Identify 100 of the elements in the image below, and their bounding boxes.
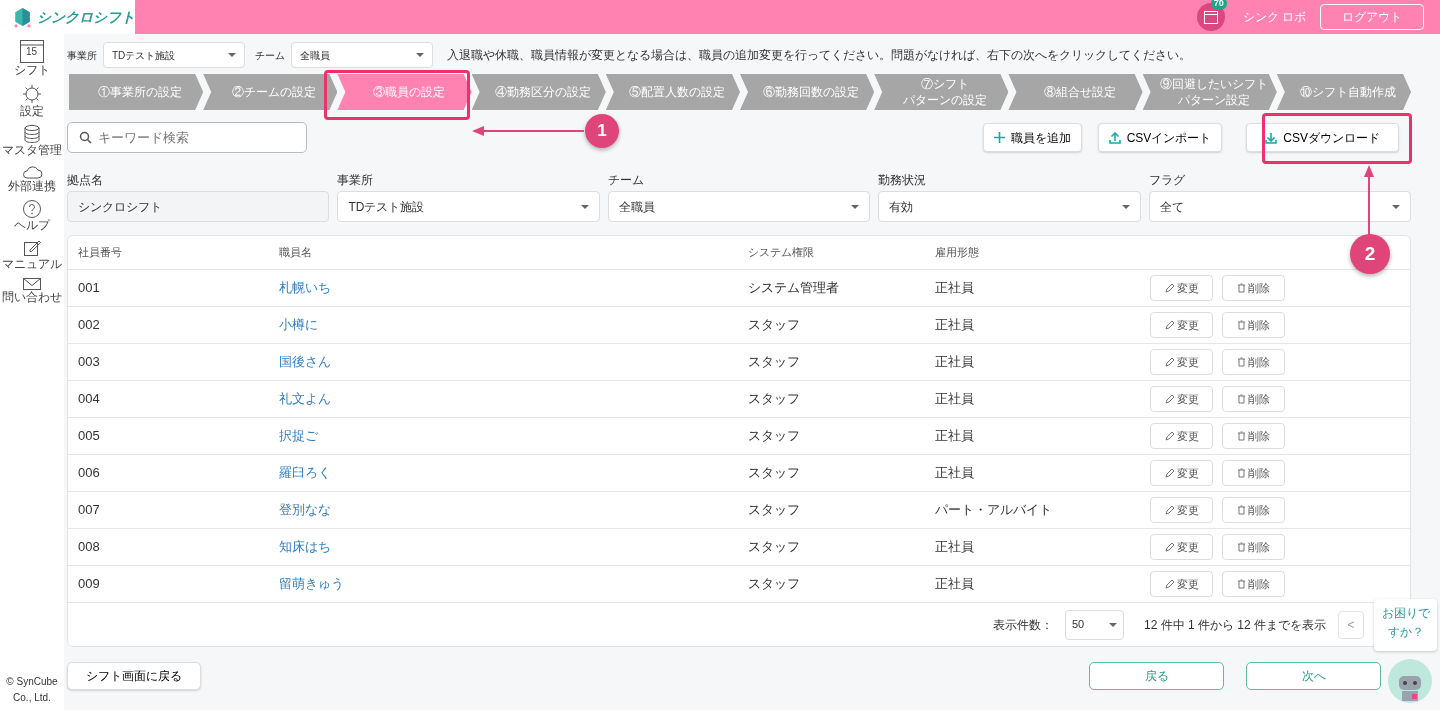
next-button[interactable]: 次へ [1246,662,1381,690]
filter-label: チーム [607,172,645,189]
table-cell-text: 002 [78,316,101,335]
robot-avatar-drawing[interactable] [1388,659,1432,703]
select-field[interactable]: 全職員 [607,191,871,222]
sidebar-item[interactable]: マスタ管理 [2,124,62,158]
database-icon [22,124,42,145]
action-button[interactable]: CSVインポート [1097,123,1223,152]
edit-button[interactable]: 変更 [1150,460,1213,486]
trash-icon [1237,357,1246,367]
per-page-label: 表示件数： [992,616,1053,634]
employee-name-link[interactable]: 羅臼ろく [279,463,748,483]
edit-button[interactable]: 変更 [1150,312,1213,338]
delete-button[interactable]: 削除 [1222,497,1285,523]
pencil-icon [1164,542,1175,552]
per-page-select[interactable]: 50 [1064,609,1124,640]
trash-icon [1237,320,1246,330]
delete-button[interactable]: 削除 [1222,275,1285,301]
delete-button[interactable]: 削除 [1222,534,1285,560]
upload-icon [1108,131,1121,144]
select-field[interactable]: TDテスト施設 [337,191,600,222]
table-cell-text: 003 [78,353,101,372]
delete-button[interactable]: 削除 [1222,460,1285,486]
employee-name-link[interactable]: 礼文よん [279,389,748,409]
table-cell-text: 正社員 [935,427,975,446]
gear-icon [21,83,43,106]
table-cell-text: スタッフ [748,427,801,446]
table-cell-text: システム管理者 [748,279,840,298]
table-cell-text: スタッフ [748,464,801,483]
trash-icon [1237,431,1246,441]
calendar-date: 15 [26,47,38,57]
sidebar-item[interactable]: 外部連携 [8,163,56,193]
employee-name-link[interactable]: 小樽に [279,315,748,335]
filter-label: フラグ [1148,172,1186,189]
pencil-icon [1164,579,1175,589]
employee-name-link[interactable]: 知床はち [279,537,748,557]
filter-label: 事業所 [337,172,375,189]
table-cell-text: 正社員 [935,390,975,409]
select-field[interactable]: 全て [1148,191,1412,222]
table-cell-text: スタッフ [748,501,801,520]
delete-button[interactable]: 削除 [1222,312,1285,338]
column-header: 雇用形態 [935,245,980,261]
delete-button[interactable]: 削除 [1222,349,1285,375]
edit-button[interactable]: 変更 [1150,423,1213,449]
trash-icon [1237,283,1246,293]
table-cell-text: 004 [78,390,101,409]
table-cell-text: パート・アルバイト [935,501,1053,520]
office-select[interactable]: TDテスト施設 [103,42,245,68]
edit-button[interactable]: 変更 [1150,349,1213,375]
edit-button[interactable]: 変更 [1150,497,1213,523]
employee-name-link[interactable]: 登別なな [279,500,748,520]
cloud-icon [21,163,43,180]
pagination-summary: 12 件中 1 件から 12 件までを表示 [1143,616,1326,634]
column-header: 職員名 [279,245,313,261]
delete-button[interactable]: 削除 [1222,423,1285,449]
select-field[interactable]: 有効 [878,191,1141,222]
pencil-icon [1164,283,1175,293]
help-bubble[interactable]: お困りで すか？ [1374,599,1437,651]
trash-icon [1237,394,1246,404]
edit-button[interactable]: 変更 [1150,534,1213,560]
table-cell-text: 正社員 [935,538,975,557]
delete-button[interactable]: 削除 [1222,386,1285,412]
search-field[interactable]: キーワード検索 [67,122,307,153]
employee-name-link[interactable]: 択捉ご [279,426,748,446]
pencil-icon [1164,394,1175,404]
employee-name-link[interactable]: 留萌きゅう [279,574,748,594]
table-cell-text: スタッフ [748,575,801,594]
user-name: シンク ロボ [1242,9,1306,26]
sidebar-item[interactable]: マニュアル [2,237,62,272]
delete-button[interactable]: 削除 [1222,571,1285,597]
table-cell-text: 001 [78,279,101,298]
action-button[interactable]: 職員を追加 [982,123,1082,152]
field-label: チーム [255,48,285,63]
download-icon [1265,131,1278,144]
copyright-text: © SynCube Co., Ltd. [6,675,58,705]
back-to-shift-button[interactable]: シフト画面に戻る [67,662,201,690]
table-cell-text: 正社員 [935,575,975,594]
annotation-arrow [1363,165,1375,235]
pencil-icon [1164,431,1175,441]
sidebar-item[interactable]: 15 シフト [14,38,50,78]
edit-button[interactable]: 変更 [1150,386,1213,412]
table-cell-text: スタッフ [748,390,801,409]
filter-label: 勤務状況 [878,172,928,189]
notice-text: 入退職や休職、職員情報が変更となる場合は、職員の追加変更を行ってください。問題がなければ、右下の次へをクリックしてください。 [447,47,1191,64]
trash-icon [1237,468,1246,478]
sidebar-item[interactable]: 設定 [20,83,44,119]
table-cell-text: 009 [78,575,101,594]
pencil-icon [1164,320,1175,330]
sidebar-item[interactable]: ヘルプ [14,198,50,232]
sidebar-item[interactable]: 問い合わせ [2,277,62,305]
employee-name-link[interactable]: 札幌いち [279,278,748,298]
action-button[interactable]: CSVダウンロード [1246,123,1399,152]
employee-name-link[interactable]: 国後さん [279,352,748,372]
edit-button[interactable]: 変更 [1150,571,1213,597]
text-field[interactable]: シンクロシフト [67,191,330,222]
field-label: 事業所 [67,48,97,63]
pencil-icon [1164,468,1175,478]
edit-button[interactable]: 変更 [1150,275,1213,301]
team-select[interactable]: 全職員 [291,42,433,68]
back-button[interactable]: 戻る [1089,662,1224,690]
